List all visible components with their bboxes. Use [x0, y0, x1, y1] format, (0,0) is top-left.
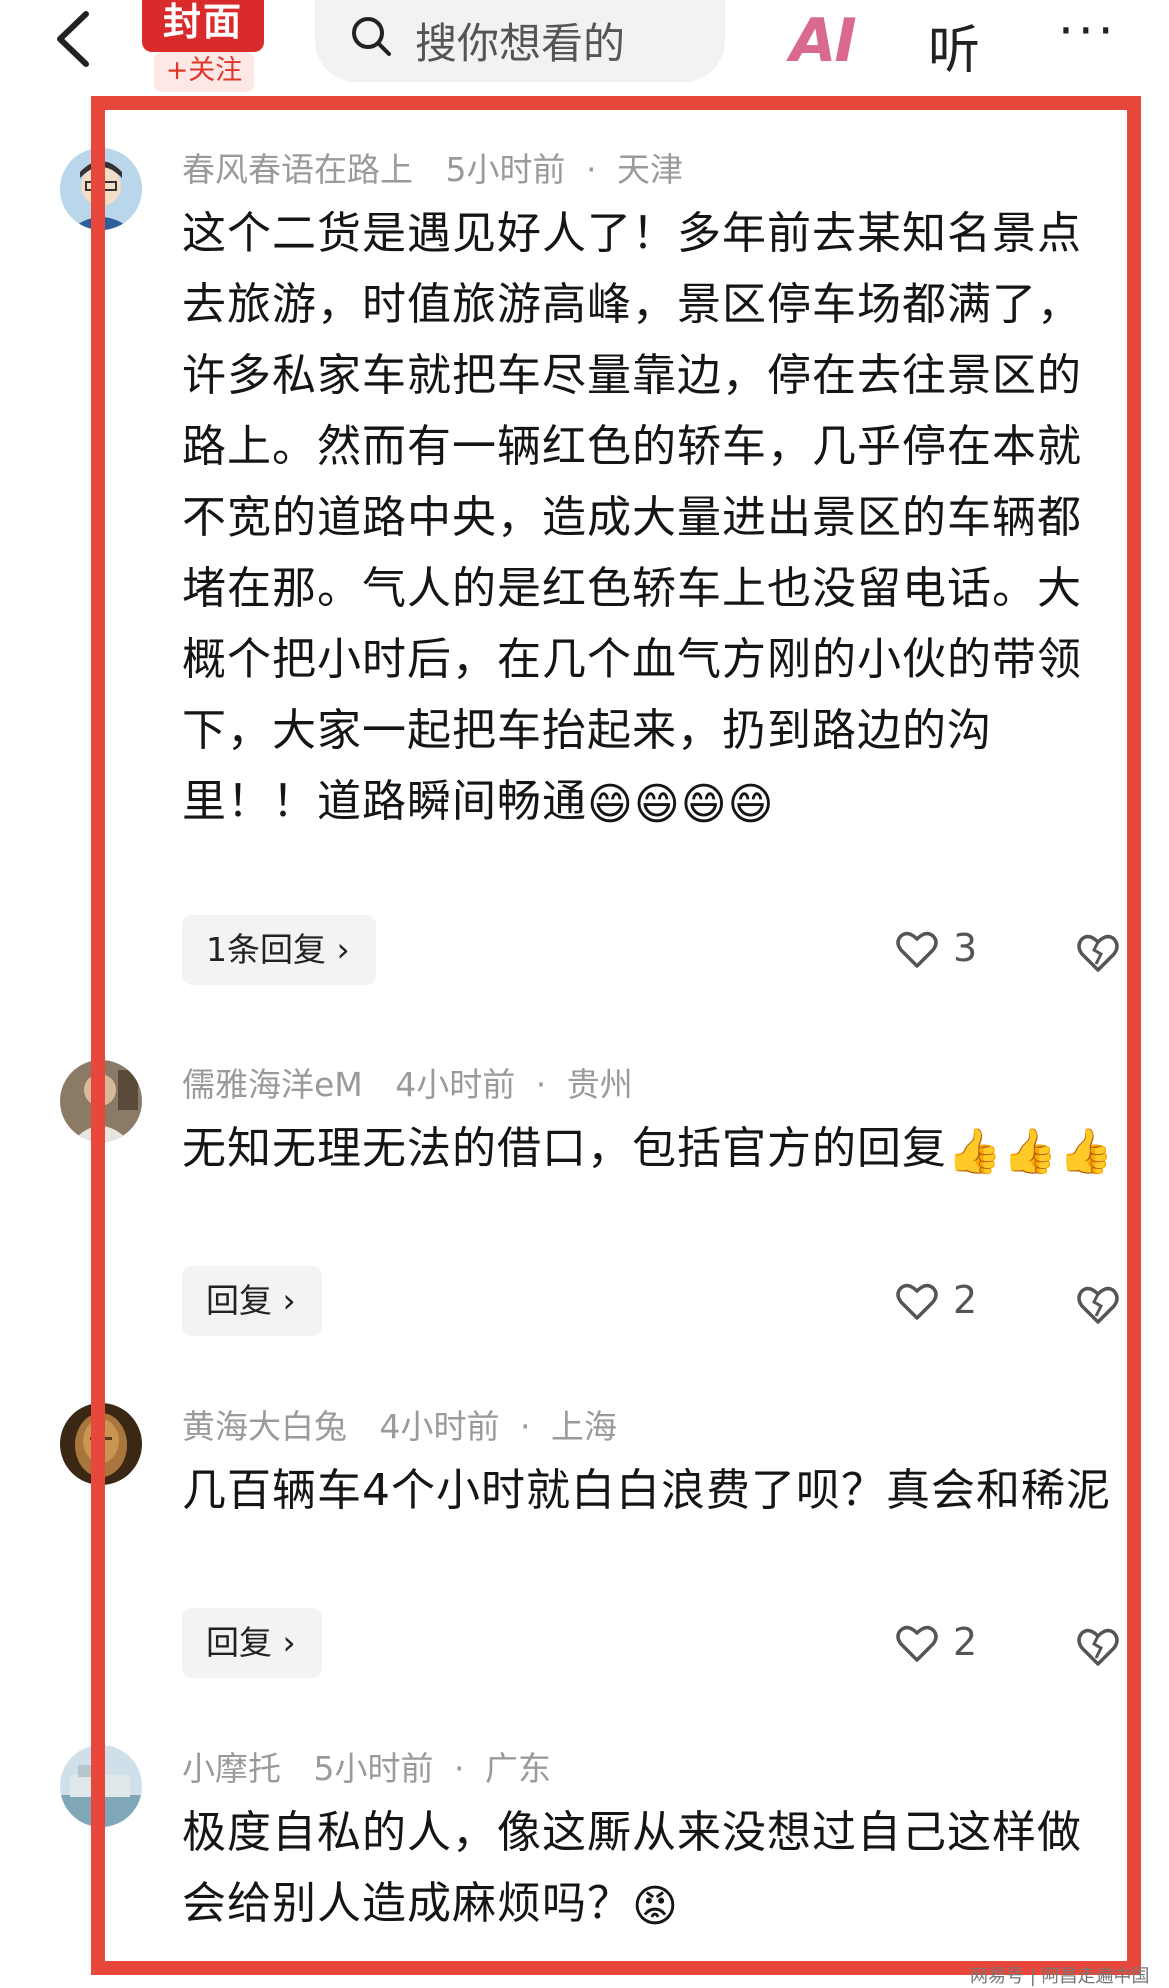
search-placeholder: 搜你想看的 — [415, 19, 626, 68]
follow-button[interactable]: +关注 — [154, 52, 254, 92]
highlight-frame — [91, 96, 1141, 1975]
back-button[interactable] — [48, 8, 98, 70]
listen-button[interactable]: 听 — [928, 8, 980, 83]
watermark: 网易号 | 阿昌走遍中国 — [970, 1966, 1150, 1987]
top-bar: 封面 +关注 搜你想看的 AI 听 ··· — [0, 0, 1169, 95]
ai-button[interactable]: AI — [790, 6, 857, 76]
more-options-button[interactable]: ··· — [1058, 2, 1118, 60]
search-icon — [352, 17, 391, 56]
logo-text: 封面 — [142, 0, 264, 52]
search-bar[interactable]: 搜你想看的 — [315, 0, 725, 82]
back-arrow-icon — [57, 11, 89, 67]
publisher-logo[interactable]: 封面 +关注 — [142, 0, 264, 92]
